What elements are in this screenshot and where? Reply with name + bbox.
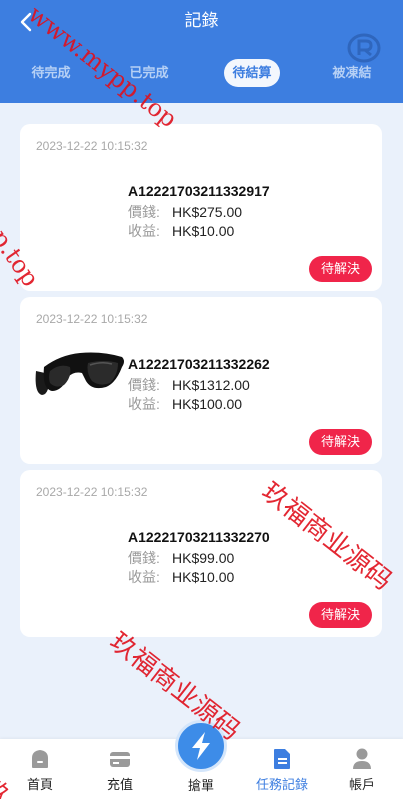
- grab-order-button[interactable]: [175, 720, 227, 772]
- sunglasses-icon: [35, 352, 124, 395]
- income-label: 收益:: [128, 223, 160, 239]
- price-label: 價錢:: [128, 550, 160, 566]
- page-title: 記錄: [184, 11, 219, 30]
- income-label: 收益:: [128, 396, 160, 412]
- nav-label: 帳戶: [348, 777, 375, 792]
- nav-item-account[interactable]: 帳戶: [330, 747, 394, 793]
- status-button[interactable]: 待解決: [308, 602, 372, 628]
- top-header: 記錄 待完成 已完成 待結算 被凍結: [0, 0, 403, 103]
- status-button[interactable]: 待解決: [308, 256, 372, 282]
- nav-label: 搶單: [187, 778, 214, 793]
- income-row: 收益: HK$10.00: [128, 221, 234, 241]
- price-label: 價錢:: [128, 204, 160, 220]
- price-row: 價錢: HK$99.00: [128, 548, 234, 568]
- user-icon: [353, 748, 371, 769]
- income-value: HK$10.00: [172, 569, 235, 585]
- nav-item-home[interactable]: 首頁: [8, 747, 72, 793]
- order-card[interactable]: 2023-12-22 10:15:32 A12221703211332262 價…: [20, 297, 382, 464]
- price-value: HK$1312.00: [172, 377, 250, 393]
- income-value: HK$100.00: [172, 396, 243, 412]
- income-label: 收益:: [128, 569, 160, 585]
- nav-label: 首頁: [26, 777, 53, 792]
- order-id: A12221703211332270: [128, 529, 270, 545]
- order-time: 2023-12-22 10:15:32: [36, 312, 148, 326]
- tab-pending[interactable]: 待完成: [20, 59, 82, 87]
- home-icon: [32, 750, 48, 768]
- nav-item-task-records[interactable]: 任務記錄: [250, 747, 314, 793]
- order-id: A12221703211332262: [128, 356, 270, 372]
- lightning-icon: [192, 732, 210, 760]
- price-value: HK$99.00: [172, 550, 235, 566]
- card-icon: [110, 752, 130, 767]
- price-label: 價錢:: [128, 377, 160, 393]
- income-row: 收益: HK$10.00: [128, 567, 234, 587]
- tab-frozen[interactable]: 被凍結: [321, 59, 383, 87]
- income-value: HK$10.00: [172, 223, 235, 239]
- order-card[interactable]: 2023-12-22 10:15:32 A12221703211332917 價…: [20, 124, 382, 291]
- price-row: 價錢: HK$275.00: [128, 202, 242, 222]
- nav-label: 充值: [106, 777, 133, 792]
- income-row: 收益: HK$100.00: [128, 394, 242, 414]
- order-time: 2023-12-22 10:15:32: [36, 139, 148, 153]
- price-value: HK$275.00: [172, 204, 243, 220]
- order-id: A12221703211332917: [128, 183, 270, 199]
- price-row: 價錢: HK$1312.00: [128, 375, 250, 395]
- nav-label: 任務記錄: [255, 777, 308, 792]
- tab-completed[interactable]: 已完成: [118, 59, 180, 87]
- tab-to-settle[interactable]: 待結算: [224, 59, 280, 87]
- document-icon: [274, 749, 290, 769]
- status-button[interactable]: 待解決: [308, 429, 372, 455]
- nav-item-recharge[interactable]: 充值: [88, 747, 152, 793]
- watermark-text: 玖福商业源码: [103, 626, 246, 747]
- order-time: 2023-12-22 10:15:32: [36, 485, 148, 499]
- record-tabs: 待完成 已完成 待結算 被凍結: [0, 56, 403, 90]
- order-card[interactable]: 2023-12-22 10:15:32 A12221703211332270 價…: [20, 470, 382, 637]
